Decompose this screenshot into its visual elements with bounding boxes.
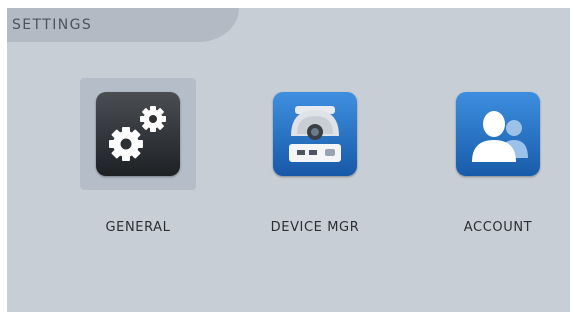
gears-icon (96, 92, 180, 176)
settings-title-tab: SETTINGS (7, 8, 239, 42)
account-label: ACCOUNT (463, 220, 533, 235)
device-mgr-tile[interactable] (257, 78, 373, 190)
general-tile[interactable] (80, 78, 196, 190)
device-mgr-label: DEVICE MGR (270, 220, 360, 235)
account-tile[interactable] (440, 78, 556, 190)
dome-camera-icon (273, 92, 357, 176)
settings-panel: SETTINGS GENERAL DEVICE MGR ACCOUNT (7, 8, 570, 312)
users-icon (456, 92, 540, 176)
page-title: SETTINGS (12, 17, 93, 33)
general-label: GENERAL (105, 220, 171, 235)
